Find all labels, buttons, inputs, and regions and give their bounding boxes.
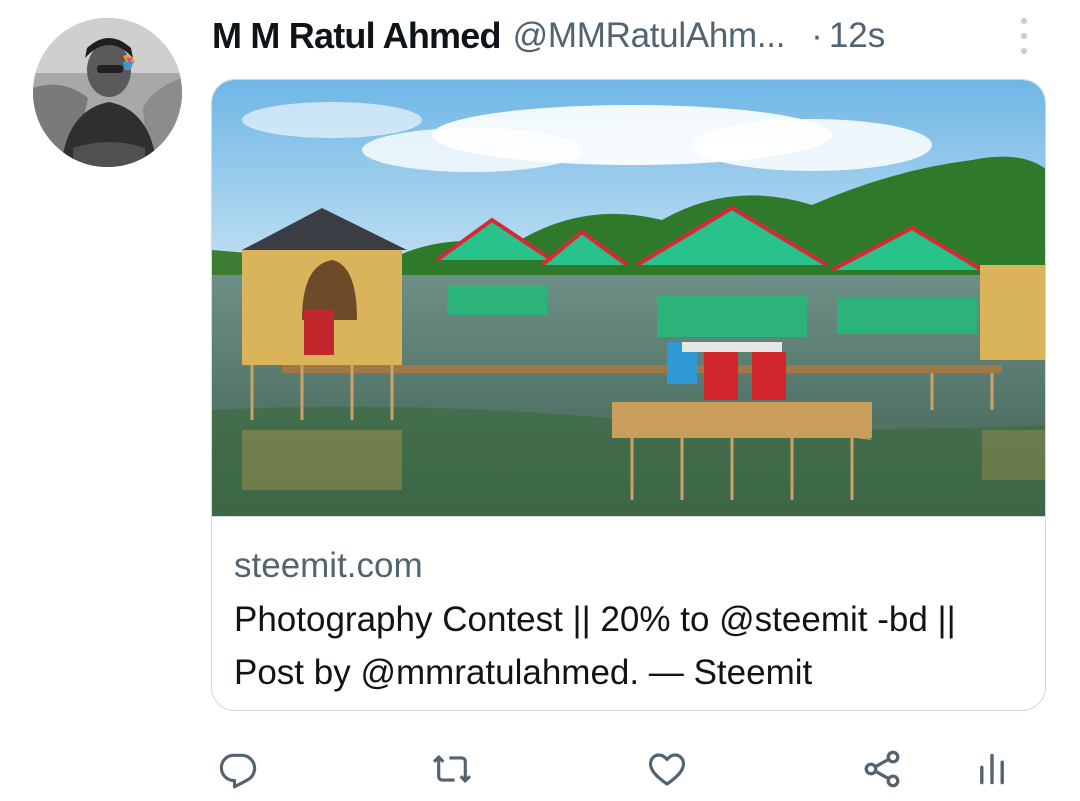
reply-button[interactable] (212, 740, 264, 798)
like-button[interactable] (640, 740, 694, 798)
heart-icon (648, 753, 686, 786)
retweet-icon (432, 754, 472, 784)
separator-dot: · (811, 16, 823, 55)
tweet-header: M M Ratul Ahmed @MMRatulAhm... · 12s (212, 14, 1042, 58)
card-body[interactable]: steemit.com Photography Contest || 20% t… (212, 516, 1045, 710)
avatar-photo (33, 18, 182, 167)
action-bar (0, 740, 1080, 798)
reply-icon (219, 753, 257, 789)
more-options-icon[interactable] (1014, 16, 1034, 56)
analytics-icon (980, 753, 1004, 785)
card-image (212, 80, 1045, 516)
link-card[interactable]: steemit.com Photography Contest || 20% t… (211, 79, 1046, 711)
card-title: Photography Contest || 20% to @steemit -… (234, 600, 956, 692)
retweet-button[interactable] (424, 740, 480, 798)
author-name[interactable]: M M Ratul Ahmed (212, 15, 501, 57)
timestamp[interactable]: 12s (829, 16, 885, 56)
author-handle[interactable]: @MMRatulAhm... (513, 16, 786, 56)
card-domain: steemit.com (234, 546, 423, 585)
avatar[interactable] (33, 18, 182, 167)
share-icon (864, 750, 900, 788)
analytics-button[interactable] (970, 740, 1014, 798)
share-button[interactable] (856, 740, 908, 798)
